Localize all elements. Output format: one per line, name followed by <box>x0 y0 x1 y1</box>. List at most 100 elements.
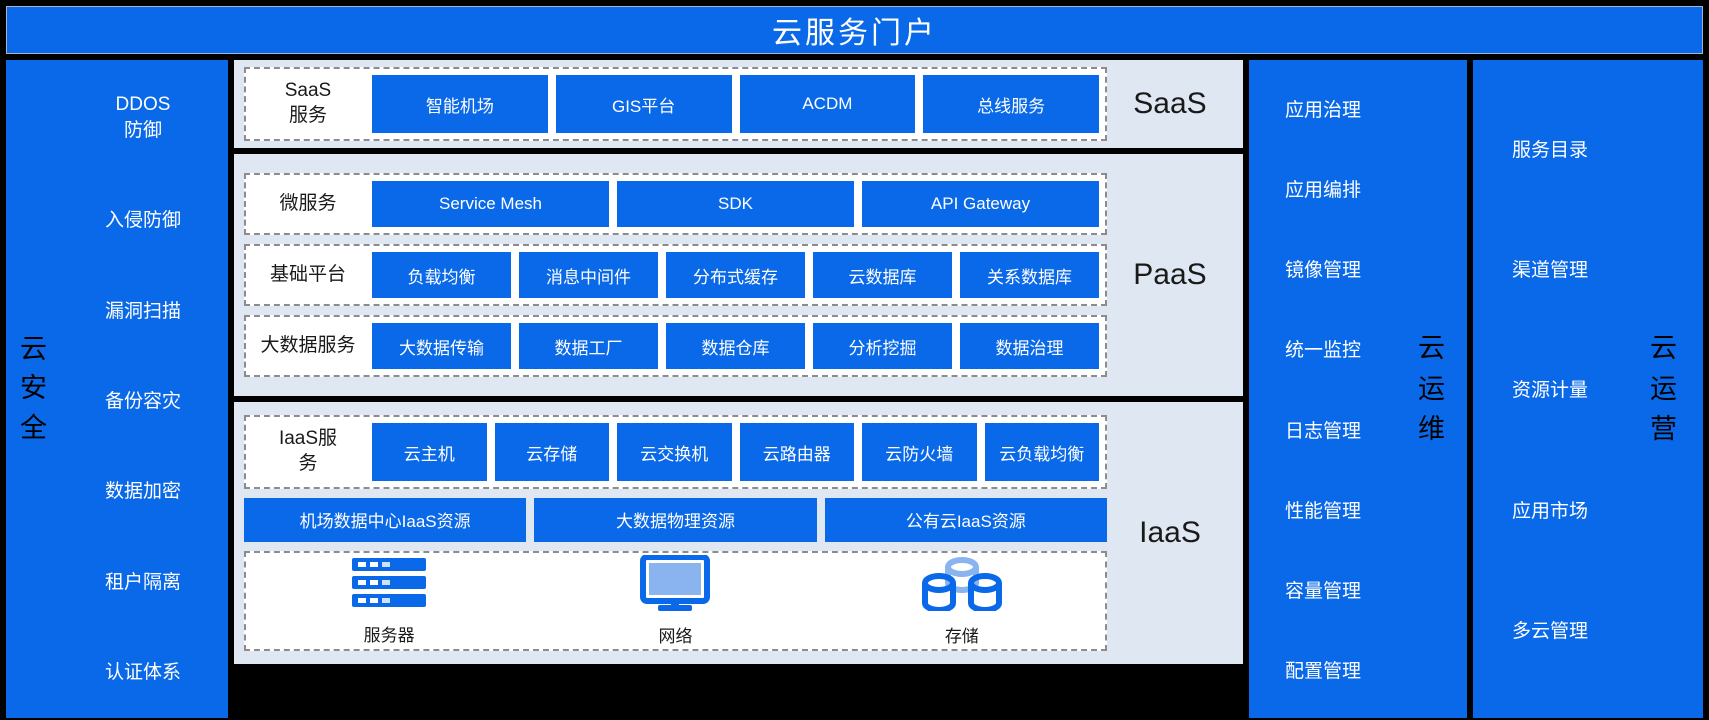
iaas-hardware: 服务器 网络 存储 <box>244 551 1107 651</box>
paas-0-cell-2[interactable]: API Gateway <box>862 181 1099 227</box>
iaas-0-row-label: IaaS服务 <box>252 423 364 480</box>
cloud-business-label-char-1: 运 <box>1650 369 1677 410</box>
iaas-0-cell-1[interactable]: 云存储 <box>495 423 610 480</box>
cloud-security-vertical-label: 云安全 <box>20 60 47 718</box>
security-item-1[interactable]: 入侵防御 <box>64 208 228 234</box>
ops-item-7[interactable]: 配置管理 <box>1249 656 1397 683</box>
security-item-5[interactable]: 租户隔离 <box>64 570 228 596</box>
paas-layer: 微服务Service MeshSDKAPI Gateway基础平台负载均衡消息中… <box>234 154 1243 396</box>
paas-layer-tag: PaaS <box>1107 258 1233 292</box>
security-item-2[interactable]: 漏洞扫描 <box>64 299 228 325</box>
paas-2-cell-2[interactable]: 数据仓库 <box>666 323 805 369</box>
security-item-6[interactable]: 认证体系 <box>64 660 228 686</box>
network-monitor-icon <box>640 555 710 616</box>
cloud-ops-label-char-2: 维 <box>1418 409 1445 450</box>
ops-item-2[interactable]: 镜像管理 <box>1249 255 1397 282</box>
paas-1-cell-3[interactable]: 云数据库 <box>813 252 952 298</box>
paas-0-cell-0[interactable]: Service Mesh <box>372 181 609 227</box>
diagram-body: 云安全 DDOS防御入侵防御漏洞扫描备份容灾数据加密租户隔离认证体系 SaaS服… <box>6 60 1703 718</box>
ops-item-1[interactable]: 应用编排 <box>1249 175 1397 202</box>
paas-1-cell-2[interactable]: 分布式缓存 <box>666 252 805 298</box>
cloud-business-label-char-2: 营 <box>1650 409 1677 450</box>
cloud-ops-label-char-1: 运 <box>1418 369 1445 410</box>
ops-item-4[interactable]: 日志管理 <box>1249 416 1397 443</box>
iaas-0-cell-2[interactable]: 云交换机 <box>617 423 732 480</box>
server-icon <box>350 556 428 615</box>
saas-rows: SaaS服务智能机场GIS平台ACDM总线服务 <box>244 67 1107 140</box>
paas-2-row-label: 大数据服务 <box>252 323 364 369</box>
cloud-security-label-char-0: 云 <box>20 330 47 369</box>
storage-icon <box>919 555 1005 616</box>
saas-0-cell-3[interactable]: 总线服务 <box>923 75 1099 132</box>
business-item-4[interactable]: 多云管理 <box>1473 616 1627 643</box>
paas-2-cell-1[interactable]: 数据工厂 <box>519 323 658 369</box>
iaas-0-cell-0[interactable]: 云主机 <box>372 423 487 480</box>
paas-2-cell-3[interactable]: 分析挖掘 <box>813 323 952 369</box>
business-item-3[interactable]: 应用市场 <box>1473 496 1627 523</box>
hardware-item-0[interactable]: 服务器 <box>314 556 464 646</box>
cloud-business-vertical-label: 云运营 <box>1650 60 1677 718</box>
iaas-0-cell-4[interactable]: 云防火墙 <box>862 423 977 480</box>
business-item-2[interactable]: 资源计量 <box>1473 375 1627 402</box>
saas-0-cell-1[interactable]: GIS平台 <box>556 75 732 132</box>
hardware-item-1[interactable]: 网络 <box>600 555 750 647</box>
iaas-0-cell-5[interactable]: 云负载均衡 <box>985 423 1100 480</box>
iaas-0-cells: 云主机云存储云交换机云路由器云防火墙云负载均衡 <box>372 423 1099 480</box>
iaas-layer-tag: IaaS <box>1107 516 1233 550</box>
iaas-resource-0[interactable]: 机场数据中心IaaS资源 <box>244 498 526 542</box>
paas-2-cell-4[interactable]: 数据治理 <box>960 323 1099 369</box>
iaas-0-row: IaaS服务云主机云存储云交换机云路由器云防火墙云负载均衡 <box>244 415 1107 488</box>
paas-1-row: 基础平台负载均衡消息中间件分布式缓存云数据库关系数据库 <box>244 244 1107 306</box>
hardware-item-2[interactable]: 存储 <box>887 555 1037 647</box>
paas-1-cell-4[interactable]: 关系数据库 <box>960 252 1099 298</box>
paas-1-row-label: 基础平台 <box>252 252 364 298</box>
paas-2-cells: 大数据传输数据工厂数据仓库分析挖掘数据治理 <box>372 323 1099 369</box>
paas-0-row-label: 微服务 <box>252 181 364 227</box>
paas-1-cells: 负载均衡消息中间件分布式缓存云数据库关系数据库 <box>372 252 1099 298</box>
paas-2-cell-0[interactable]: 大数据传输 <box>372 323 511 369</box>
cloud-business-panel: 服务目录渠道管理资源计量应用市场多云管理 云运营 <box>1473 60 1703 718</box>
security-item-3[interactable]: 备份容灾 <box>64 389 228 415</box>
paas-0-row: 微服务Service MeshSDKAPI Gateway <box>244 173 1107 235</box>
cloud-business-label-char-0: 云 <box>1650 328 1677 369</box>
saas-0-row-label: SaaS服务 <box>252 75 364 132</box>
iaas-resource-2[interactable]: 公有云IaaS资源 <box>825 498 1107 542</box>
ops-item-0[interactable]: 应用治理 <box>1249 95 1397 122</box>
ops-item-3[interactable]: 统一监控 <box>1249 335 1397 362</box>
ops-item-6[interactable]: 容量管理 <box>1249 576 1397 603</box>
paas-0-cells: Service MeshSDKAPI Gateway <box>372 181 1099 227</box>
paas-0-cell-1[interactable]: SDK <box>617 181 854 227</box>
saas-0-cell-2[interactable]: ACDM <box>740 75 916 132</box>
paas-1-cell-1[interactable]: 消息中间件 <box>519 252 658 298</box>
page-title-text: 云服务门户 <box>772 8 937 52</box>
saas-layer-tag: SaaS <box>1107 87 1233 121</box>
cloud-security-label-char-1: 安 <box>20 369 47 408</box>
ops-item-5[interactable]: 性能管理 <box>1249 496 1397 523</box>
paas-1-cell-0[interactable]: 负载均衡 <box>372 252 511 298</box>
business-item-1[interactable]: 渠道管理 <box>1473 255 1627 282</box>
iaas-rows: IaaS服务云主机云存储云交换机云路由器云防火墙云负载均衡机场数据中心IaaS资… <box>244 415 1107 650</box>
iaas-resources: 机场数据中心IaaS资源大数据物理资源公有云IaaS资源 <box>244 498 1107 542</box>
diagram-root: 云服务门户 云安全 DDOS防御入侵防御漏洞扫描备份容灾数据加密租户隔离认证体系… <box>0 0 1709 720</box>
hardware-label-2: 存储 <box>945 622 979 647</box>
iaas-resource-1[interactable]: 大数据物理资源 <box>534 498 816 542</box>
iaas-layer: IaaS服务云主机云存储云交换机云路由器云防火墙云负载均衡机场数据中心IaaS资… <box>234 402 1243 664</box>
security-item-0[interactable]: DDOS防御 <box>64 92 228 143</box>
saas-0-cells: 智能机场GIS平台ACDM总线服务 <box>372 75 1099 132</box>
cloud-ops-label-char-0: 云 <box>1418 328 1445 369</box>
paas-2-row: 大数据服务大数据传输数据工厂数据仓库分析挖掘数据治理 <box>244 315 1107 377</box>
cloud-ops-vertical-label: 云运维 <box>1418 60 1445 718</box>
page-title: 云服务门户 <box>6 6 1703 54</box>
paas-rows: 微服务Service MeshSDKAPI Gateway基础平台负载均衡消息中… <box>244 173 1107 377</box>
cloud-ops-panel: 应用治理应用编排镜像管理统一监控日志管理性能管理容量管理配置管理 云运维 <box>1249 60 1467 718</box>
security-item-4[interactable]: 数据加密 <box>64 479 228 505</box>
hardware-label-0: 服务器 <box>364 621 415 646</box>
saas-0-cell-0[interactable]: 智能机场 <box>372 75 548 132</box>
cloud-security-label-char-2: 全 <box>20 409 47 448</box>
saas-layer: SaaS服务智能机场GIS平台ACDM总线服务 SaaS <box>234 60 1243 148</box>
saas-0-row: SaaS服务智能机场GIS平台ACDM总线服务 <box>244 67 1107 140</box>
business-item-0[interactable]: 服务目录 <box>1473 135 1627 162</box>
hardware-label-1: 网络 <box>658 622 692 647</box>
iaas-0-cell-3[interactable]: 云路由器 <box>740 423 855 480</box>
cloud-security-panel: 云安全 DDOS防御入侵防御漏洞扫描备份容灾数据加密租户隔离认证体系 <box>6 60 228 718</box>
